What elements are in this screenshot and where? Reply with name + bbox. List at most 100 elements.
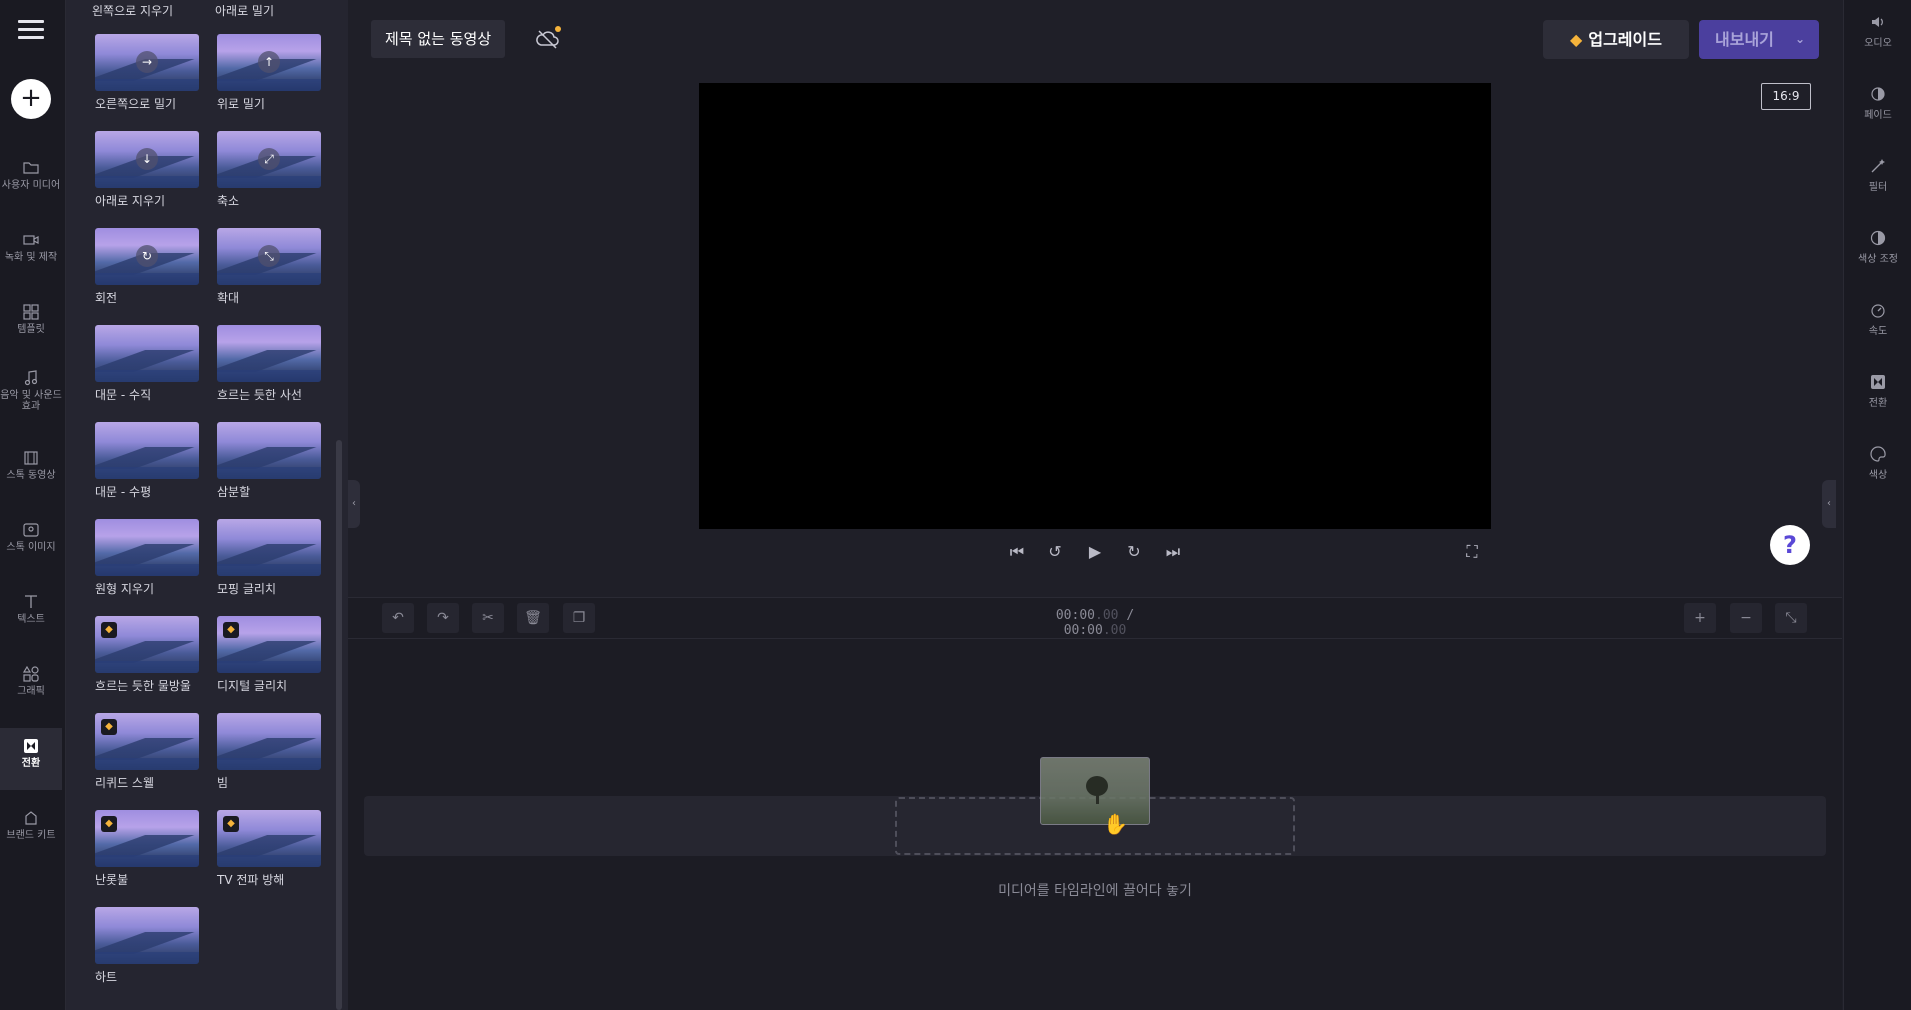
prop-color[interactable]: 색상 [1844, 446, 1911, 481]
prop-filters[interactable]: 필터 [1844, 158, 1911, 193]
transition-thumbnail[interactable]: ◆ [95, 713, 199, 770]
nav-item-text[interactable]: 텍스트 [0, 594, 62, 654]
transition-tile[interactable]: ⤡ 확대 [217, 228, 321, 306]
nav-item-graphics[interactable]: 그래픽 [0, 666, 62, 726]
rewind-5s-icon[interactable]: ↺ [1043, 540, 1067, 564]
transition-tile[interactable]: ↓ 아래로 지우기 [95, 131, 199, 209]
collapse-properties-button[interactable]: ‹ [1822, 480, 1836, 528]
transition-name: 빔 [217, 776, 229, 790]
fit-timeline-icon[interactable]: ⤡ [1775, 603, 1807, 633]
nav-item-record-create[interactable]: 녹화 및 제작 [0, 232, 62, 292]
transition-direction-icon: ⤢ [258, 148, 280, 170]
transition-thumbnail[interactable]: ↓ [95, 131, 199, 188]
prop-speed[interactable]: 속도 [1844, 302, 1911, 337]
redo-icon[interactable]: ↷ [427, 603, 459, 633]
transition-tile[interactable]: ⤢ 축소 [217, 131, 321, 209]
help-button[interactable]: ? [1770, 525, 1810, 565]
fullscreen-icon[interactable]: ⛶ [1460, 540, 1484, 564]
transition-thumbnail[interactable] [95, 519, 199, 576]
nav-item-your-media[interactable]: 사용자 미디어 [0, 160, 62, 220]
aspect-ratio-button[interactable]: 16:9 [1761, 83, 1811, 110]
transition-thumbnail[interactable] [95, 422, 199, 479]
transition-thumbnail[interactable]: ↑ [217, 34, 321, 91]
nav-item-label: 스톡 동영상 [6, 470, 56, 481]
nav-item-label: 음악 및 사운드 효과 [0, 390, 62, 412]
transition-tile[interactable]: ↑ 위로 밀기 [217, 34, 321, 112]
transition-tile[interactable]: 대문 - 수평 [95, 422, 199, 500]
transition-tile[interactable]: 모핑 글리치 [217, 519, 321, 597]
skip-to-start-icon[interactable]: ⏮ [1005, 540, 1029, 564]
collapse-panel-button[interactable]: ‹ [348, 480, 360, 528]
transition-thumbnail[interactable] [217, 713, 321, 770]
cloud-off-icon[interactable] [535, 26, 561, 52]
transition-direction-icon: ↓ [136, 148, 158, 170]
nav-item-brand-kit[interactable]: 브랜드 키트 [0, 810, 62, 870]
folder-icon [23, 162, 39, 174]
nav-item-templates[interactable]: 템플릿 [0, 304, 62, 364]
upgrade-label: 업그레이드 [1588, 30, 1662, 49]
transition-tile[interactable]: → 오른쪽으로 밀기 [95, 34, 199, 112]
transition-icon [24, 739, 38, 753]
add-media-button[interactable]: + [11, 79, 51, 119]
transition-thumbnail[interactable] [217, 422, 321, 479]
transition-thumbnail[interactable]: ◆ [95, 810, 199, 867]
transition-thumbnail[interactable]: ◆ [217, 616, 321, 673]
upgrade-button[interactable]: ◆ 업그레이드 [1543, 20, 1689, 59]
transition-tile[interactable]: 대문 - 수직 [95, 325, 199, 403]
dragged-media-clip[interactable] [1040, 757, 1150, 825]
transition-direction-icon: ↑ [258, 51, 280, 73]
transition-thumbnail[interactable]: ↻ [95, 228, 199, 285]
left-nav: + 사용자 미디어 녹화 및 제작 템플릿 음악 및 사운드 효과 스톡 동영상… [0, 0, 66, 1010]
nav-item-music-sfx[interactable]: 음악 및 사운드 효과 [0, 370, 62, 430]
nav-item-stock-images[interactable]: 스톡 이미지 [0, 522, 62, 582]
transition-thumbnail[interactable]: ◆ [95, 616, 199, 673]
transition-tile[interactable]: ↻ 회전 [95, 228, 199, 306]
project-title[interactable]: 제목 없는 동영상 [371, 20, 506, 58]
transition-tile[interactable]: ◆ TV 전파 방해 [217, 810, 321, 888]
transition-tile[interactable]: ◆ 흐르는 듯한 물방울 [95, 616, 199, 694]
nav-item-label: 그래픽 [17, 686, 45, 697]
panel-scrollbar[interactable] [336, 440, 342, 1010]
transition-tile[interactable]: ◆ 디지털 글리치 [217, 616, 321, 694]
zoom-out-icon[interactable]: − [1730, 603, 1762, 633]
delete-trash-icon[interactable]: 🗑 [517, 603, 549, 633]
palette-icon [1870, 446, 1886, 462]
transition-thumbnail[interactable] [95, 325, 199, 382]
transition-thumbnail[interactable]: ⤡ [217, 228, 321, 285]
nav-item-transitions[interactable]: 전환 [0, 728, 62, 790]
transition-tile[interactable]: 삼분할 [217, 422, 321, 500]
export-button[interactable]: 내보내기 ⌄ [1699, 20, 1819, 59]
play-icon[interactable]: ▶ [1083, 540, 1107, 564]
transition-name: 아래로 지우기 [95, 194, 166, 208]
forward-5s-icon[interactable]: ↻ [1122, 540, 1146, 564]
transition-thumbnail[interactable] [95, 907, 199, 964]
transition-tile[interactable]: 빔 [217, 713, 321, 791]
transition-thumbnail[interactable] [217, 519, 321, 576]
skip-to-end-icon[interactable]: ⏭ [1161, 540, 1185, 564]
transition-thumbnail[interactable]: → [95, 34, 199, 91]
transition-tile[interactable]: 하트 [95, 907, 199, 985]
prop-audio[interactable]: 오디오 [1844, 14, 1911, 49]
transition-tile[interactable]: ◆ 리퀴드 스웰 [95, 713, 199, 791]
transition-tile[interactable]: 흐르는 듯한 사선 [217, 325, 321, 403]
drop-hint-text: 미디어를 타임라인에 끌어다 놓기 [998, 883, 1192, 899]
zoom-in-icon[interactable]: + [1684, 603, 1716, 633]
duplicate-icon[interactable]: ❐ [563, 603, 595, 633]
camera-icon [23, 235, 39, 245]
transition-thumbnail[interactable]: ⤢ [217, 131, 321, 188]
export-label: 내보내기 [1715, 30, 1774, 49]
prop-adjust-colors[interactable]: 색상 조정 [1844, 230, 1911, 265]
transition-tile[interactable]: ◆ 난롯불 [95, 810, 199, 888]
menu-icon[interactable] [18, 20, 44, 42]
grab-hand-cursor-icon: ✋ [1103, 812, 1128, 836]
video-preview[interactable] [699, 83, 1491, 529]
prop-fade[interactable]: 페이드 [1844, 86, 1911, 121]
split-scissors-icon[interactable]: ✂ [472, 603, 504, 633]
transition-thumbnail[interactable] [217, 325, 321, 382]
nav-item-stock-video[interactable]: 스톡 동영상 [0, 450, 62, 510]
prop-transitions[interactable]: 전환 [1844, 374, 1911, 409]
transition-name: 디지털 글리치 [217, 679, 288, 693]
transition-thumbnail[interactable]: ◆ [217, 810, 321, 867]
undo-icon[interactable]: ↶ [382, 603, 414, 633]
transition-tile[interactable]: 원형 지우기 [95, 519, 199, 597]
